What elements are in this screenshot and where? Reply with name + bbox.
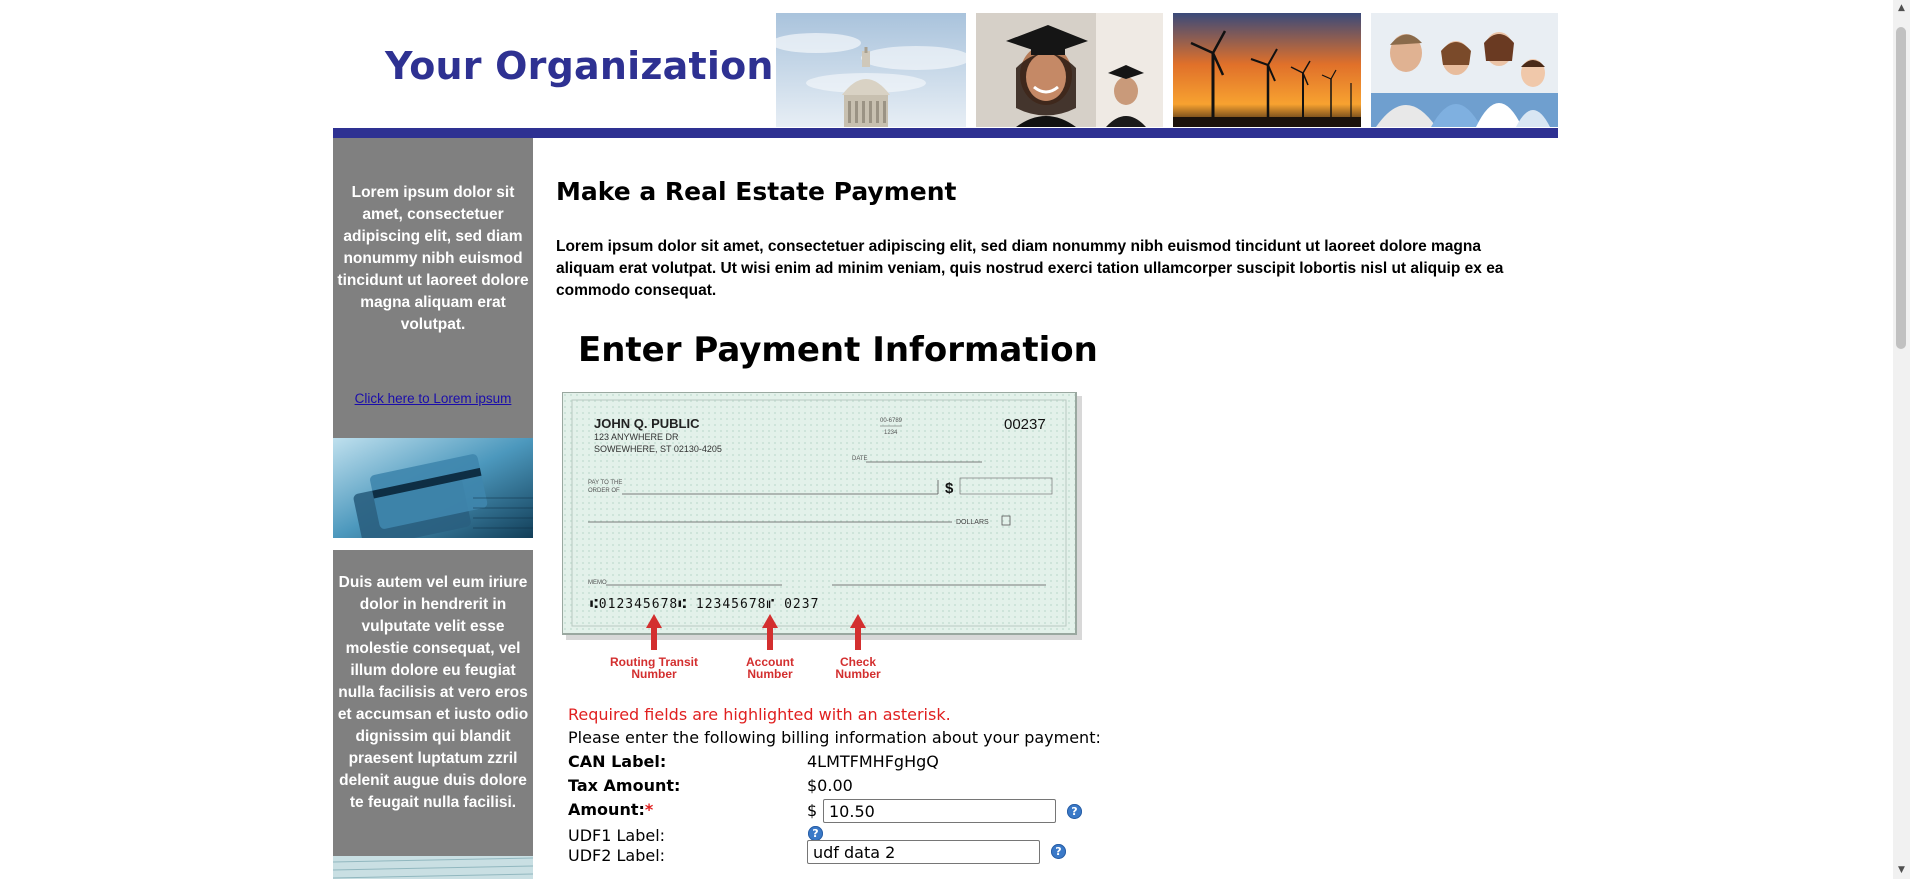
check-number: 00237 — [1004, 416, 1046, 433]
sidebar: Lorem ipsum dolor sit amet, consectetuer… — [332, 138, 534, 879]
check-fraction-2: 1234 — [884, 430, 898, 436]
check-fraction-1: 00-6789 — [880, 418, 903, 424]
graduate-photo — [976, 13, 1163, 127]
sidebar-photo-bottom — [332, 856, 534, 879]
scroll-up-arrow-icon[interactable]: ▲ — [1893, 0, 1910, 17]
check-memo-label: MEMO — [588, 580, 607, 586]
check-diagram: JOHN Q. PUBLIC 123 ANYWHERE DR SOWEWHERE… — [561, 391, 1082, 682]
udf2-label: UDF2 Label: — [568, 846, 666, 865]
check-number-label-line-2: Number — [835, 667, 881, 681]
vertical-scrollbar[interactable]: ▲ ▼ — [1893, 0, 1910, 879]
can-value: 4LMTFMHFgHgQ — [807, 752, 939, 771]
udf1-help-icon[interactable]: ? — [808, 826, 823, 841]
routing-label-line-2: Number — [631, 667, 677, 681]
page: Your Organization Lorem ipsum dolor sit … — [332, 0, 1558, 879]
udf1-label: UDF1 Label: — [568, 826, 666, 845]
capitol-photo — [776, 13, 966, 127]
tax-amount-value: $0.00 — [807, 776, 853, 795]
scroll-down-arrow-icon[interactable]: ▼ — [1893, 862, 1910, 879]
check-name: JOHN Q. PUBLIC — [594, 416, 700, 431]
account-label-line-2: Number — [747, 667, 793, 681]
sidebar-text-top: Lorem ipsum dolor sit amet, consectetuer… — [337, 184, 529, 333]
check-pay-label-2: ORDER OF — [588, 488, 620, 494]
sidebar-text-bottom: Duis autem vel eum iriure dolor in hendr… — [337, 574, 529, 811]
amount-label-text: Amount: — [568, 800, 645, 819]
wind-turbines-photo — [1173, 13, 1361, 127]
check-micr-line: ⑆012345678⑆ 12345678⑈ 0237 — [590, 597, 819, 612]
tax-amount-label: Tax Amount: — [568, 776, 681, 795]
required-asterisk: * — [644, 800, 654, 819]
udf2-input[interactable] — [807, 840, 1040, 864]
check-address-2: SOWEWHERE, ST 02130-4205 — [594, 444, 722, 454]
amount-help-icon[interactable]: ? — [1067, 804, 1082, 819]
section-title: Enter Payment Information — [578, 330, 1098, 370]
amount-label: Amount:* — [568, 800, 653, 819]
header-banner: Your Organization — [333, 0, 1558, 128]
sidebar-separator — [333, 538, 533, 550]
scrollbar-thumb[interactable] — [1896, 27, 1906, 349]
intro-paragraph: Lorem ipsum dolor sit amet, consectetuer… — [556, 238, 1504, 299]
amount-input[interactable] — [823, 799, 1056, 823]
org-name-logo: Your Organization — [385, 44, 774, 88]
required-fields-note: Required fields are highlighted with an … — [568, 705, 951, 724]
check-date-label: DATE — [852, 456, 868, 462]
credit-cards-photo — [333, 438, 533, 548]
check-dollars-label: DOLLARS — [956, 519, 989, 526]
udf2-help-icon[interactable]: ? — [1051, 844, 1066, 859]
check-pay-label-1: PAY TO THE — [588, 480, 622, 486]
check-dollar-sign: $ — [945, 480, 954, 497]
can-label: CAN Label: — [568, 752, 667, 771]
doctor-family-photo — [1371, 13, 1558, 127]
page-title: Make a Real Estate Payment — [556, 177, 957, 206]
sidebar-link[interactable]: Click here to Lorem ipsum — [333, 391, 533, 406]
billing-instructions: Please enter the following billing infor… — [568, 728, 1101, 747]
header-divider-bar — [333, 128, 1558, 138]
check-address-1: 123 ANYWHERE DR — [594, 432, 679, 442]
amount-currency: $ — [807, 801, 818, 820]
